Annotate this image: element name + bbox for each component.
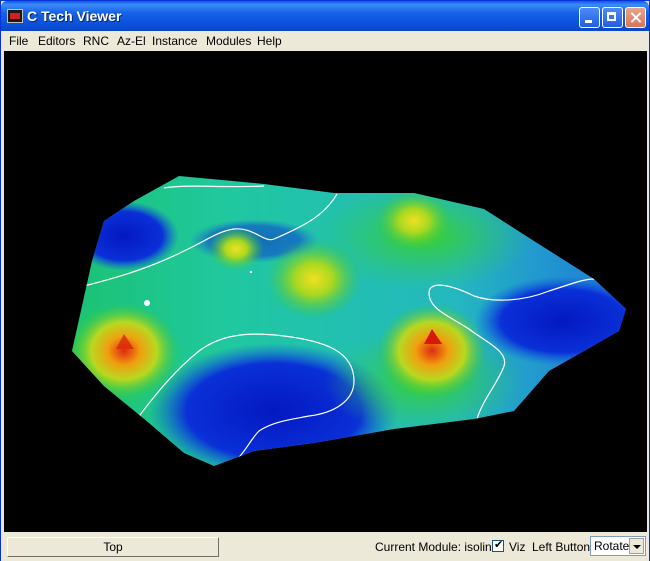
window-title: C Tech Viewer bbox=[27, 8, 122, 24]
current-module-label: Current Module: isolines bbox=[375, 540, 505, 554]
terrain-surface bbox=[72, 176, 626, 466]
view-top-button[interactable]: Top bbox=[7, 537, 219, 557]
menu-az-el[interactable]: Az-El bbox=[117, 34, 146, 48]
close-button[interactable] bbox=[625, 7, 646, 28]
menu-rnc[interactable]: RNC bbox=[83, 34, 109, 48]
3d-viewport[interactable] bbox=[4, 51, 647, 532]
app-logo-icon[interactable] bbox=[7, 9, 23, 23]
checkmark-icon: ✔ bbox=[494, 539, 504, 551]
menu-file[interactable]: File bbox=[9, 34, 28, 48]
menu-editors[interactable]: Editors bbox=[38, 34, 75, 48]
left-button-label: Left Button bbox=[532, 540, 591, 554]
viz-label: Viz bbox=[509, 540, 526, 554]
menu-instance[interactable]: Instance bbox=[152, 34, 197, 48]
app-window: C Tech Viewer File Editors RNC Az-El Ins… bbox=[0, 0, 650, 561]
chevron-down-icon[interactable] bbox=[629, 538, 644, 554]
maximize-button[interactable] bbox=[602, 7, 623, 28]
viz-checkbox[interactable]: ✔ bbox=[492, 539, 504, 552]
left-button-mode-select[interactable]: Rotate bbox=[590, 536, 646, 556]
minimize-button[interactable] bbox=[579, 7, 600, 28]
title-bar[interactable]: C Tech Viewer bbox=[1, 1, 649, 31]
menu-help[interactable]: Help bbox=[257, 34, 282, 48]
left-button-mode-value: Rotate bbox=[594, 539, 630, 553]
menu-modules[interactable]: Modules bbox=[206, 34, 251, 48]
status-bar: Top Current Module: isolines ✔ Viz Left … bbox=[1, 533, 649, 561]
menu-bar: File Editors RNC Az-El Instance Modules … bbox=[1, 31, 649, 51]
